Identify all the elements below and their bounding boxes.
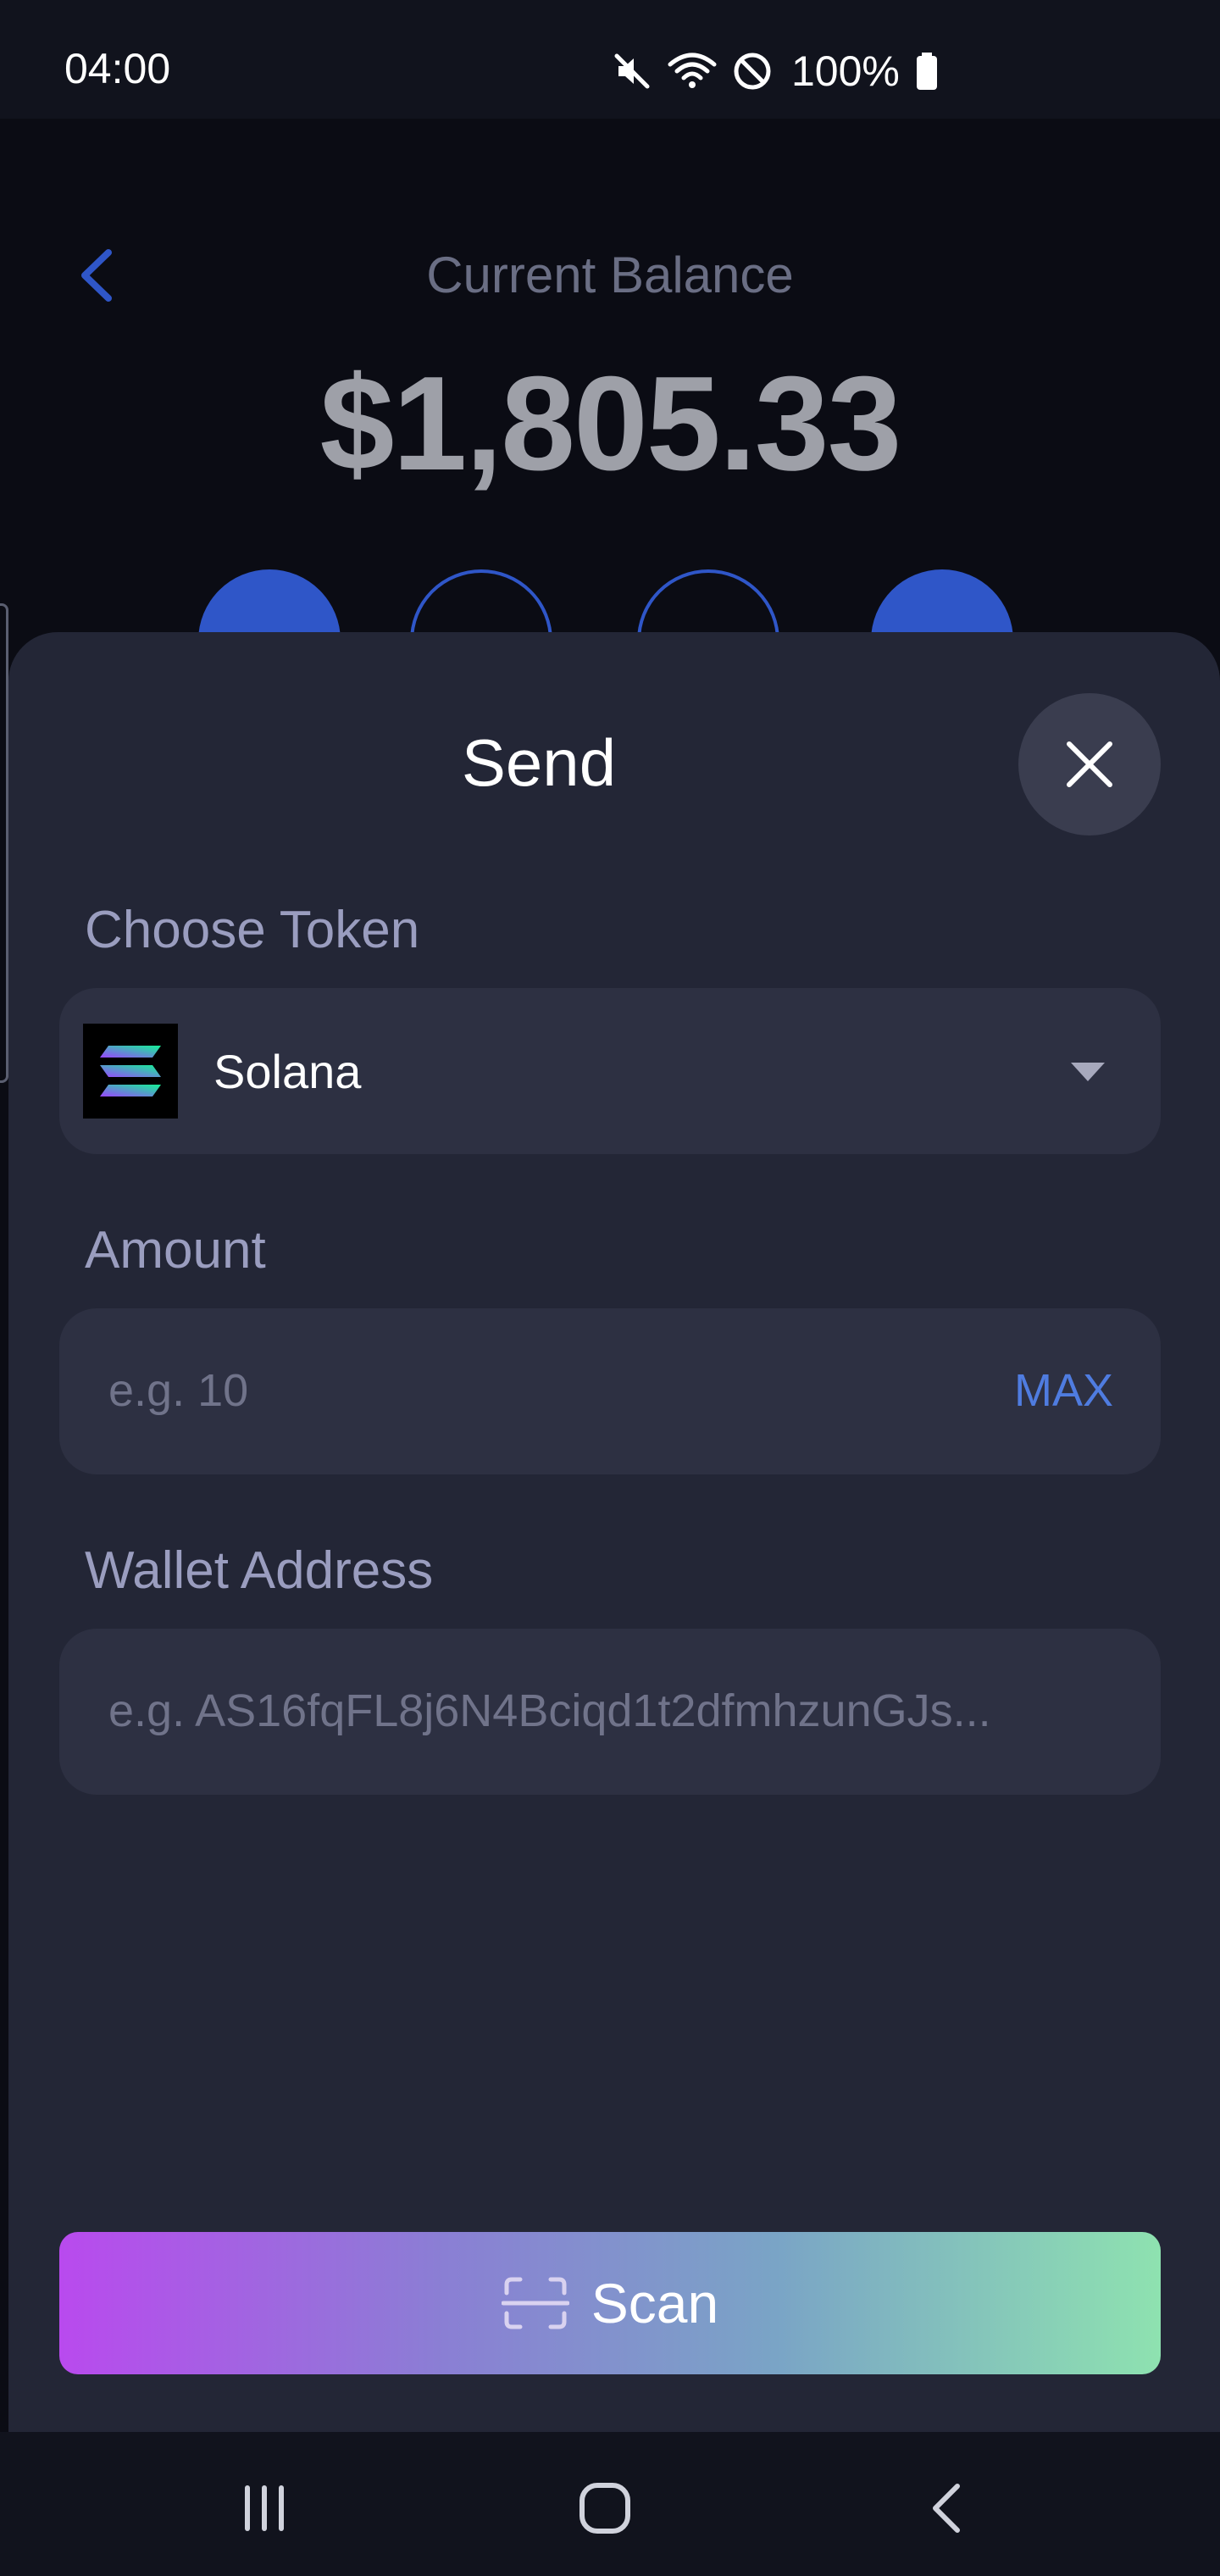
balance-amount: $1,805.33 — [319, 349, 902, 498]
wallet-address-placeholder: e.g. AS16fqFL8j6N4Bciqd1t2dfmhzunGJs... — [108, 1685, 991, 1736]
recents-icon — [245, 2485, 284, 2531]
close-button[interactable] — [1018, 693, 1161, 836]
do-not-disturb-icon — [732, 51, 773, 92]
amount-input[interactable]: e.g. 10 MAX — [59, 1308, 1161, 1474]
caret-down-icon — [1071, 1063, 1105, 1085]
balance-label: Current Balance — [426, 247, 794, 303]
choose-token-label: Choose Token — [85, 901, 420, 959]
app-root: 04:00 100% Current Balance $1,805.33 Sen… — [0, 0, 1220, 2576]
battery-percent: 100% — [791, 47, 900, 95]
status-bar: 04:00 100% — [0, 0, 1220, 119]
status-time: 04:00 — [64, 45, 171, 92]
back-icon — [933, 2484, 960, 2533]
close-icon — [1067, 741, 1112, 787]
solana-logo-icon — [83, 1024, 178, 1119]
home-icon — [580, 2483, 630, 2534]
wallet-address-input[interactable]: e.g. AS16fqFL8j6N4Bciqd1t2dfmhzunGJs... — [59, 1629, 1161, 1795]
battery-icon — [915, 51, 939, 92]
wifi-icon — [668, 51, 717, 92]
scan-button[interactable]: Scan — [59, 2232, 1161, 2374]
home-button[interactable] — [563, 2466, 647, 2551]
nav-back-button[interactable] — [903, 2466, 988, 2551]
system-nav-bar — [0, 2432, 1220, 2576]
mute-icon — [612, 51, 652, 92]
scan-icon — [501, 2277, 569, 2329]
scan-label: Scan — [591, 2272, 719, 2334]
token-name: Solana — [214, 1045, 362, 1098]
amount-label: Amount — [85, 1221, 266, 1280]
amount-placeholder: e.g. 10 — [108, 1365, 249, 1416]
sheet-title: Send — [461, 725, 617, 800]
max-button[interactable]: MAX — [1014, 1364, 1113, 1417]
wallet-address-label: Wallet Address — [85, 1541, 434, 1600]
side-panel-edge — [0, 603, 8, 1083]
status-icons: 100% — [612, 47, 939, 95]
token-select[interactable]: Solana — [59, 988, 1161, 1154]
recents-button[interactable] — [222, 2466, 307, 2551]
